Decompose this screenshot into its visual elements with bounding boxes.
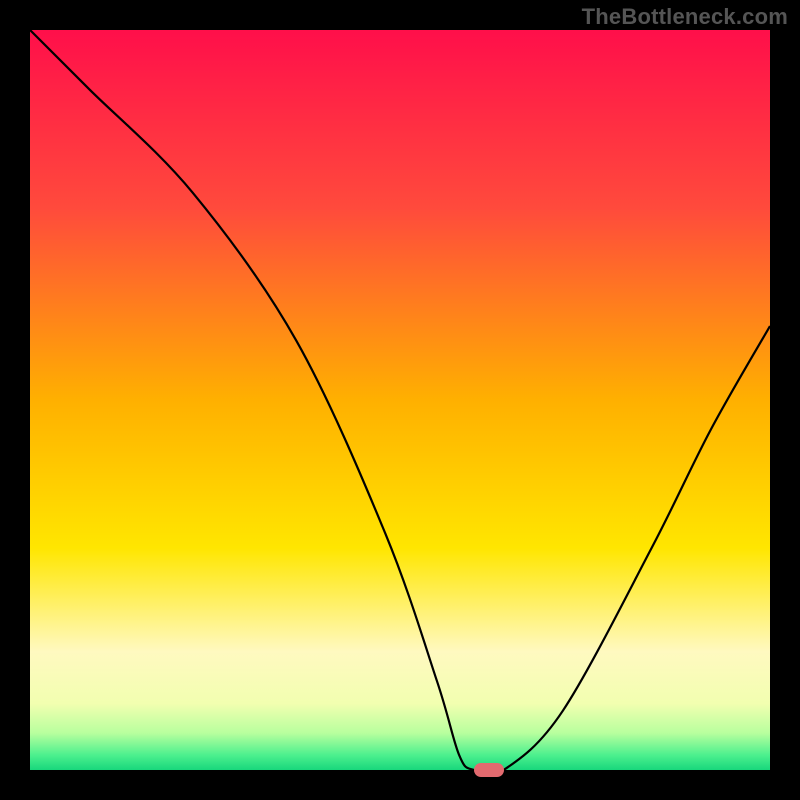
plot-area <box>30 30 770 770</box>
bottleneck-curve <box>30 30 770 770</box>
chart-frame: TheBottleneck.com <box>0 0 800 800</box>
watermark-text: TheBottleneck.com <box>582 4 788 30</box>
optimal-marker <box>474 763 504 777</box>
